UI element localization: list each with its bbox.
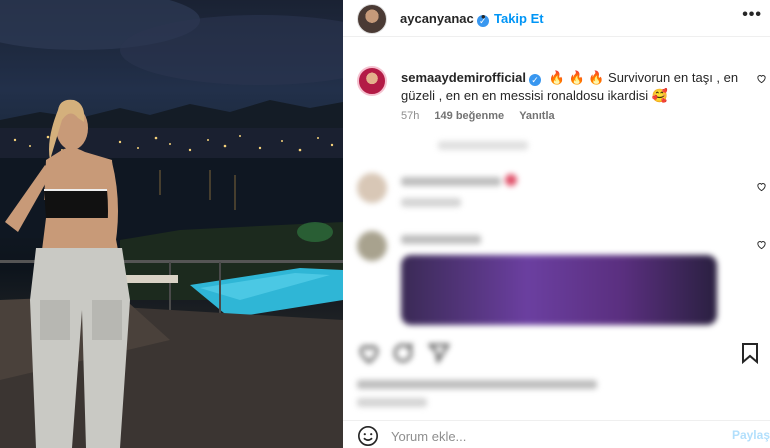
blurred-emoji: [505, 174, 517, 186]
share-icon[interactable]: [427, 341, 451, 365]
follow-button[interactable]: Takip Et: [494, 11, 544, 26]
blurred-avatar: [357, 173, 387, 203]
blurred-text: [401, 235, 481, 244]
comment-body: semaaydemirofficial ✓ 🔥 🔥 🔥 Survivorun en…: [401, 69, 749, 105]
post-comment-button[interactable]: Paylaş: [732, 428, 770, 442]
comment-time: 57h: [401, 110, 420, 122]
heart-icon[interactable]: [756, 239, 767, 250]
more-icon[interactable]: •••: [742, 6, 762, 24]
comment-input[interactable]: [391, 426, 721, 446]
blurred-media: [401, 255, 717, 325]
header-separator: •: [481, 9, 486, 24]
blurred-text: [438, 141, 528, 150]
author-username[interactable]: aycanyanac ✓: [400, 11, 489, 27]
comment-meta: 57h 149 beğenme Yanıtla: [401, 110, 567, 122]
blurred-text: [357, 380, 597, 389]
blurred-text: [401, 177, 501, 186]
post-sidebar: aycanyanac ✓ • Takip Et ••• semaaydemirof…: [343, 0, 770, 448]
like-heart-icon[interactable]: [357, 341, 381, 365]
blurred-text: [401, 198, 461, 207]
verified-badge-icon: ✓: [529, 74, 542, 86]
blurred-text: [357, 398, 427, 407]
reply-button[interactable]: Yanıtla: [519, 110, 554, 122]
heart-icon[interactable]: [756, 181, 767, 192]
author-username-text[interactable]: aycanyanac: [400, 11, 474, 26]
emoji-icon[interactable]: [357, 425, 379, 447]
comment-icon[interactable]: [391, 341, 415, 365]
commenter-username[interactable]: semaaydemirofficial: [401, 70, 526, 85]
comment-composer: Paylaş: [343, 420, 770, 448]
photo-scene: [0, 0, 343, 448]
commenter-avatar[interactable]: [357, 66, 387, 96]
heart-icon[interactable]: [756, 73, 767, 84]
author-avatar[interactable]: [357, 4, 387, 34]
post-header: aycanyanac ✓ • Takip Et •••: [343, 0, 770, 37]
comment-likes[interactable]: 149 beğenme: [434, 110, 504, 122]
action-bar: [343, 335, 770, 375]
post-photo: [0, 0, 343, 448]
bookmark-icon[interactable]: [738, 341, 762, 365]
blurred-avatar: [357, 231, 387, 261]
